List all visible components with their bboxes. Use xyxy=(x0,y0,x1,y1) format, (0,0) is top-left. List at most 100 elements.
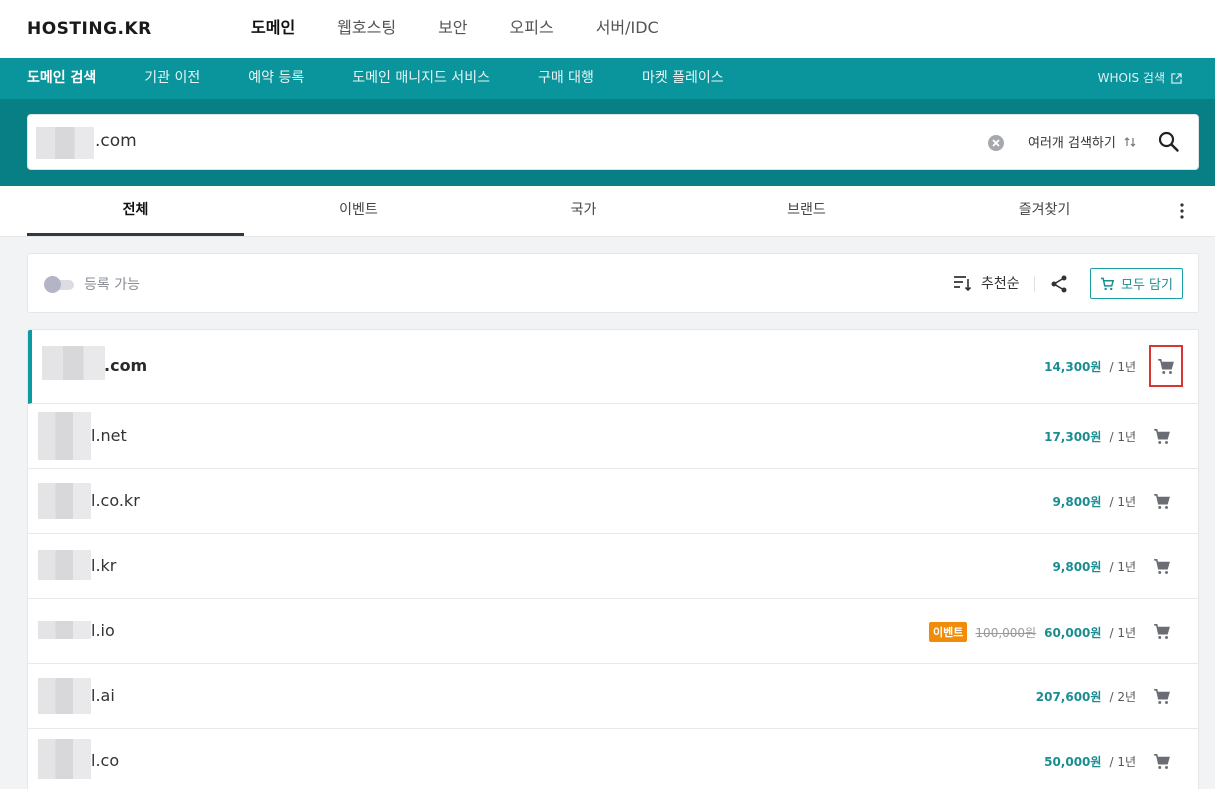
subnav-agency-transfer[interactable]: 기관 이전 xyxy=(144,58,200,99)
domain-name: .com xyxy=(104,356,148,375)
domain-row[interactable]: l.co.kr 9,800원 / 1년 xyxy=(28,469,1198,534)
nav-office[interactable]: 오피스 xyxy=(489,0,575,58)
domain-name: l.co.kr xyxy=(91,491,140,510)
domain-row[interactable]: .com 14,300원 / 1년 xyxy=(28,330,1198,404)
price-info: 9,800원 / 1년 xyxy=(1052,558,1136,575)
subnav-domain-search[interactable]: 도메인 검색 xyxy=(27,58,96,99)
domain-name: l.kr xyxy=(91,556,117,575)
external-link-icon xyxy=(1171,73,1182,84)
share-icon[interactable] xyxy=(1048,273,1070,295)
price-info: 9,800원 / 1년 xyxy=(1052,493,1136,510)
redacted-text xyxy=(38,412,91,460)
price: 14,300원 xyxy=(1044,360,1102,374)
available-toggle[interactable] xyxy=(44,276,74,293)
period: / 1년 xyxy=(1109,430,1136,444)
redacted-text xyxy=(38,621,91,639)
whois-link[interactable]: WHOIS 검색 xyxy=(1098,58,1182,99)
add-to-cart-button[interactable] xyxy=(1145,676,1179,716)
add-to-cart-button[interactable] xyxy=(1145,416,1179,456)
domain-row[interactable]: l.net 17,300원 / 1년 xyxy=(28,404,1198,469)
top-header: HOSTING.KR 도메인 웹호스팅 보안 오피스 서버/IDC xyxy=(0,0,1215,58)
search-input[interactable] xyxy=(95,131,895,151)
nav-web-hosting[interactable]: 웹호스팅 xyxy=(316,0,417,58)
redacted-text xyxy=(42,346,105,380)
available-label: 등록 가능 xyxy=(84,277,140,293)
cart-icon xyxy=(1154,688,1170,704)
domain-name: l.net xyxy=(91,426,127,445)
period: / 2년 xyxy=(1109,690,1136,704)
more-vertical-icon[interactable] xyxy=(1172,201,1192,221)
add-to-cart-button[interactable] xyxy=(1145,741,1179,781)
subnav-managed-service[interactable]: 도메인 매니지드 서비스 xyxy=(352,58,490,99)
price: 17,300원 xyxy=(1044,430,1102,444)
multi-search-button[interactable]: 여러개 검색하기 xyxy=(1028,132,1136,151)
price-info: 207,600원 / 2년 xyxy=(1036,688,1136,705)
price-info: 50,000원 / 1년 xyxy=(1044,753,1136,770)
price: 207,600원 xyxy=(1035,690,1102,704)
filter-bar: 등록 가능 추천순 모두 담기 xyxy=(27,253,1199,313)
domain-row[interactable]: l.io 이벤트 100,000원 60,000원 / 1년 xyxy=(28,599,1198,664)
nav-domain[interactable]: 도메인 xyxy=(230,0,316,58)
logo[interactable]: HOSTING.KR xyxy=(27,19,152,39)
nav-security[interactable]: 보안 xyxy=(417,0,488,58)
period: / 1년 xyxy=(1109,360,1136,374)
price-info: 17,300원 / 1년 xyxy=(1044,428,1136,445)
domain-row[interactable]: l.ai 207,600원 / 2년 xyxy=(28,664,1198,729)
search-box: 여러개 검색하기 xyxy=(27,114,1199,170)
subnav-purchase-agency[interactable]: 구매 대행 xyxy=(538,58,594,99)
logo-text: HOSTING.KR xyxy=(27,19,152,39)
cart-icon xyxy=(1154,623,1170,639)
cart-icon xyxy=(1154,753,1170,769)
period: / 1년 xyxy=(1109,495,1136,509)
redacted-text xyxy=(38,739,91,779)
domain-name: l.co xyxy=(91,751,120,770)
cart-icon xyxy=(1154,493,1170,509)
domain-row[interactable]: l.kr 9,800원 / 1년 xyxy=(28,534,1198,599)
redacted-text xyxy=(38,678,91,714)
sort-icon xyxy=(954,276,972,292)
price: 50,000원 xyxy=(1044,755,1102,769)
add-to-cart-button[interactable] xyxy=(1149,345,1183,387)
add-to-cart-button[interactable] xyxy=(1145,481,1179,521)
subnav-reserve-register[interactable]: 예약 등록 xyxy=(248,58,304,99)
cart-icon xyxy=(1154,558,1170,574)
clear-icon[interactable] xyxy=(987,134,1005,152)
add-all-label: 모두 담기 xyxy=(1121,278,1173,293)
price-info: 14,300원 / 1년 xyxy=(1044,358,1136,375)
add-to-cart-button[interactable] xyxy=(1145,546,1179,586)
price: 60,000원 xyxy=(1044,625,1102,640)
tab-country[interactable]: 국가 xyxy=(475,186,692,236)
period: / 1년 xyxy=(1109,625,1136,640)
domain-row[interactable]: l.co 50,000원 / 1년 xyxy=(28,729,1198,789)
event-badge: 이벤트 xyxy=(929,622,968,642)
sort-button[interactable]: 추천순 xyxy=(953,273,1020,293)
nav-server-idc[interactable]: 서버/IDC xyxy=(575,0,680,58)
divider xyxy=(1034,276,1035,292)
redacted-text xyxy=(36,127,94,159)
swap-vertical-icon xyxy=(1124,136,1136,147)
subnav-marketplace[interactable]: 마켓 플레이스 xyxy=(642,58,724,99)
main-nav: 도메인 웹호스팅 보안 오피스 서버/IDC xyxy=(230,0,680,58)
cart-icon xyxy=(1100,277,1115,290)
cart-icon xyxy=(1154,428,1170,444)
tab-favorites[interactable]: 즐겨찾기 xyxy=(936,186,1153,236)
sub-nav: 도메인 검색 기관 이전 예약 등록 도메인 매니지드 서비스 구매 대행 마켓… xyxy=(0,58,1215,99)
domain-name: l.io xyxy=(91,621,115,640)
tab-all[interactable]: 전체 xyxy=(27,186,244,236)
search-band: 여러개 검색하기 xyxy=(0,99,1215,186)
add-all-to-cart-button[interactable]: 모두 담기 xyxy=(1090,268,1183,299)
period: / 1년 xyxy=(1109,560,1136,574)
redacted-text xyxy=(38,483,91,519)
add-to-cart-button[interactable] xyxy=(1145,611,1179,651)
tab-event[interactable]: 이벤트 xyxy=(250,186,467,236)
search-icon[interactable] xyxy=(1156,129,1182,155)
price-info: 이벤트 100,000원 60,000원 / 1년 xyxy=(929,622,1136,642)
whois-label: WHOIS 검색 xyxy=(1097,71,1165,85)
tab-brand[interactable]: 브랜드 xyxy=(698,186,915,236)
price: 9,800원 xyxy=(1052,495,1102,509)
cart-icon xyxy=(1158,358,1174,374)
original-price: 100,000원 xyxy=(975,625,1037,640)
period: / 1년 xyxy=(1109,755,1136,769)
sort-label: 추천순 xyxy=(981,276,1020,292)
multi-search-label: 여러개 검색하기 xyxy=(1028,136,1116,151)
